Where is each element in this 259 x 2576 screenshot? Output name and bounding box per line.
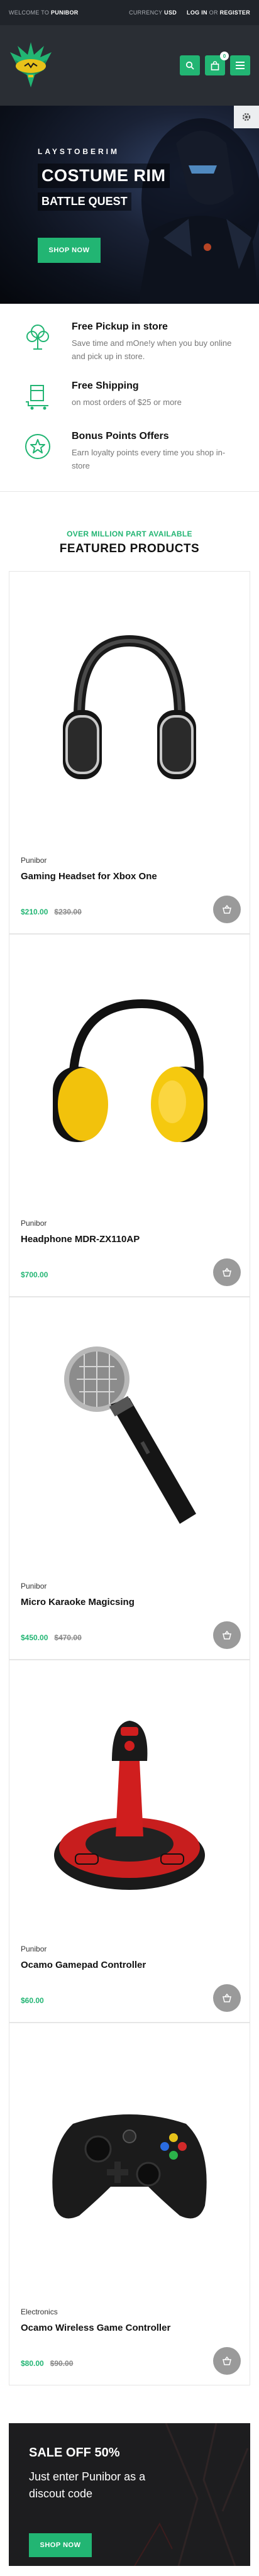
logo-emblem-icon — [10, 42, 52, 87]
cart-count-badge: 0 — [220, 52, 229, 60]
product-old-price: $230.00 — [54, 908, 82, 916]
hero-banner: LAYSTOBERIM COSTUME RIM BATTLE QUEST SHO… — [0, 106, 259, 304]
currency-value: USD — [164, 9, 177, 16]
feature-shipping: Free Shipping on most orders of $25 or m… — [0, 380, 259, 413]
quick-view-button[interactable] — [213, 2347, 241, 2375]
feature-title: Bonus Points Offers — [72, 431, 169, 441]
feature-title: Free Shipping — [72, 380, 139, 391]
product-name[interactable]: Ocamo Gamepad Controller — [21, 1960, 146, 1970]
settings-toggle[interactable] — [234, 106, 259, 128]
quick-view-button[interactable] — [213, 1621, 241, 1649]
basket-icon — [223, 904, 231, 914]
product-image[interactable] — [9, 2023, 250, 2300]
site-logo[interactable] — [9, 38, 53, 92]
product-old-price: $90.00 — [50, 2359, 74, 2368]
hamburger-menu-icon — [236, 62, 245, 69]
site-header: 0 — [0, 25, 259, 106]
product-image[interactable] — [9, 935, 250, 1211]
welcome-brand: PUNIBOR — [50, 9, 79, 16]
promo-banner: SALE OFF 50% Just enter Punibor as a dis… — [9, 2423, 250, 2566]
product-card[interactable]: Punibor Headphone MDR-ZX110AP $700.00 — [9, 934, 250, 1297]
welcome-prefix: WELCOME TO — [9, 9, 51, 16]
product-vendor: Punibor — [21, 1582, 47, 1591]
feature-text: on most orders of $25 or more — [72, 397, 182, 407]
headset-image — [63, 635, 196, 779]
product-price: $700.00 — [21, 1270, 48, 1279]
basket-icon — [223, 1267, 231, 1277]
product-old-price: $470.00 — [54, 1633, 82, 1642]
product-vendor: Punibor — [21, 856, 47, 865]
hero-subtitle: LAYSTOBERIM — [38, 147, 120, 156]
features-list: Free Pickup in store Save time and mOne!… — [0, 304, 259, 472]
star-badge-icon — [25, 434, 50, 459]
basket-icon — [223, 1630, 231, 1640]
currency-selector[interactable]: CURRENCY USD — [129, 9, 177, 16]
feature-text: Earn loyalty points every time you shop … — [72, 448, 226, 470]
register-link[interactable]: REGISTER — [220, 9, 250, 16]
feature-title: Free Pickup in store — [72, 321, 168, 332]
game-controller-image — [52, 2114, 207, 2219]
product-price: $60.00 — [21, 1996, 44, 2005]
product-name[interactable]: Ocamo Wireless Game Controller — [21, 2323, 170, 2333]
promo-shop-now-button[interactable]: SHOP NOW — [29, 2533, 92, 2557]
product-card[interactable]: Punibor Gaming Headset for Xbox One $210… — [9, 571, 250, 934]
product-price: $80.00 — [21, 2359, 44, 2368]
basket-icon — [223, 2356, 231, 2365]
product-card[interactable]: Punibor Micro Karaoke Magicsing $450.00 … — [9, 1297, 250, 1660]
featured-title: FEATURED PRODUCTS — [59, 542, 200, 555]
search-icon — [185, 61, 194, 70]
account-links: LOG IN OR REGISTER — [187, 9, 250, 16]
search-button[interactable] — [180, 55, 200, 75]
quick-view-button[interactable] — [213, 896, 241, 923]
microphone-image — [64, 1346, 196, 1524]
login-link[interactable]: LOG IN — [187, 9, 207, 16]
hero-title: COSTUME RIM — [38, 164, 170, 188]
quick-view-button[interactable] — [213, 1984, 241, 2012]
feature-text: Save time and mOne!y when you buy online… — [72, 338, 232, 361]
shopping-bag-icon — [211, 60, 219, 70]
joystick-image — [54, 1721, 205, 1890]
hero-title-secondary: BATTLE QUEST — [38, 192, 131, 211]
promo-title: SALE OFF 50% — [29, 2446, 120, 2460]
top-bar: WELCOME TO PUNIBOR CURRENCY USD LOG IN O… — [0, 0, 259, 25]
product-name[interactable]: Headphone MDR-ZX110AP — [21, 1234, 140, 1245]
welcome-text: WELCOME TO PUNIBOR — [9, 9, 79, 16]
menu-button[interactable] — [230, 55, 250, 75]
box-cart-icon — [26, 385, 48, 410]
currency-label: CURRENCY — [129, 9, 163, 16]
cart-button[interactable]: 0 — [205, 52, 229, 75]
product-vendor: Punibor — [21, 1219, 47, 1228]
product-price: $210.00 — [21, 908, 48, 916]
product-image[interactable] — [9, 1297, 250, 1574]
product-vendor: Electronics — [21, 2307, 58, 2316]
product-grid: Punibor Gaming Headset for Xbox One $210… — [0, 556, 259, 2385]
hero-shop-now-button[interactable]: SHOP NOW — [38, 238, 101, 263]
featured-tagline: OVER MILLION PART AVAILABLE — [67, 530, 192, 538]
quick-view-button[interactable] — [213, 1258, 241, 1286]
product-image[interactable] — [9, 572, 250, 848]
product-card[interactable]: Punibor Ocamo Gamepad Controller $60.00 — [9, 1660, 250, 2023]
basket-icon — [223, 1993, 231, 2002]
product-price: $450.00 — [21, 1633, 48, 1642]
tree-store-icon — [26, 325, 49, 350]
yellow-headphones-image — [53, 999, 207, 1142]
product-name[interactable]: Gaming Headset for Xbox One — [21, 871, 157, 882]
feature-pickup: Free Pickup in store Save time and mOne!… — [0, 321, 259, 363]
product-vendor: Punibor — [21, 1945, 47, 1953]
product-card[interactable]: Electronics Ocamo Wireless Game Controll… — [9, 2023, 250, 2385]
promo-text: Just enter Punibor as a discout code — [29, 2470, 146, 2500]
gear-icon — [242, 113, 251, 121]
product-image[interactable] — [9, 1660, 250, 1937]
product-name[interactable]: Micro Karaoke Magicsing — [21, 1597, 135, 1607]
section-divider — [0, 491, 259, 492]
or-text: OR — [209, 9, 218, 16]
feature-bonus: Bonus Points Offers Earn loyalty points … — [0, 431, 259, 472]
